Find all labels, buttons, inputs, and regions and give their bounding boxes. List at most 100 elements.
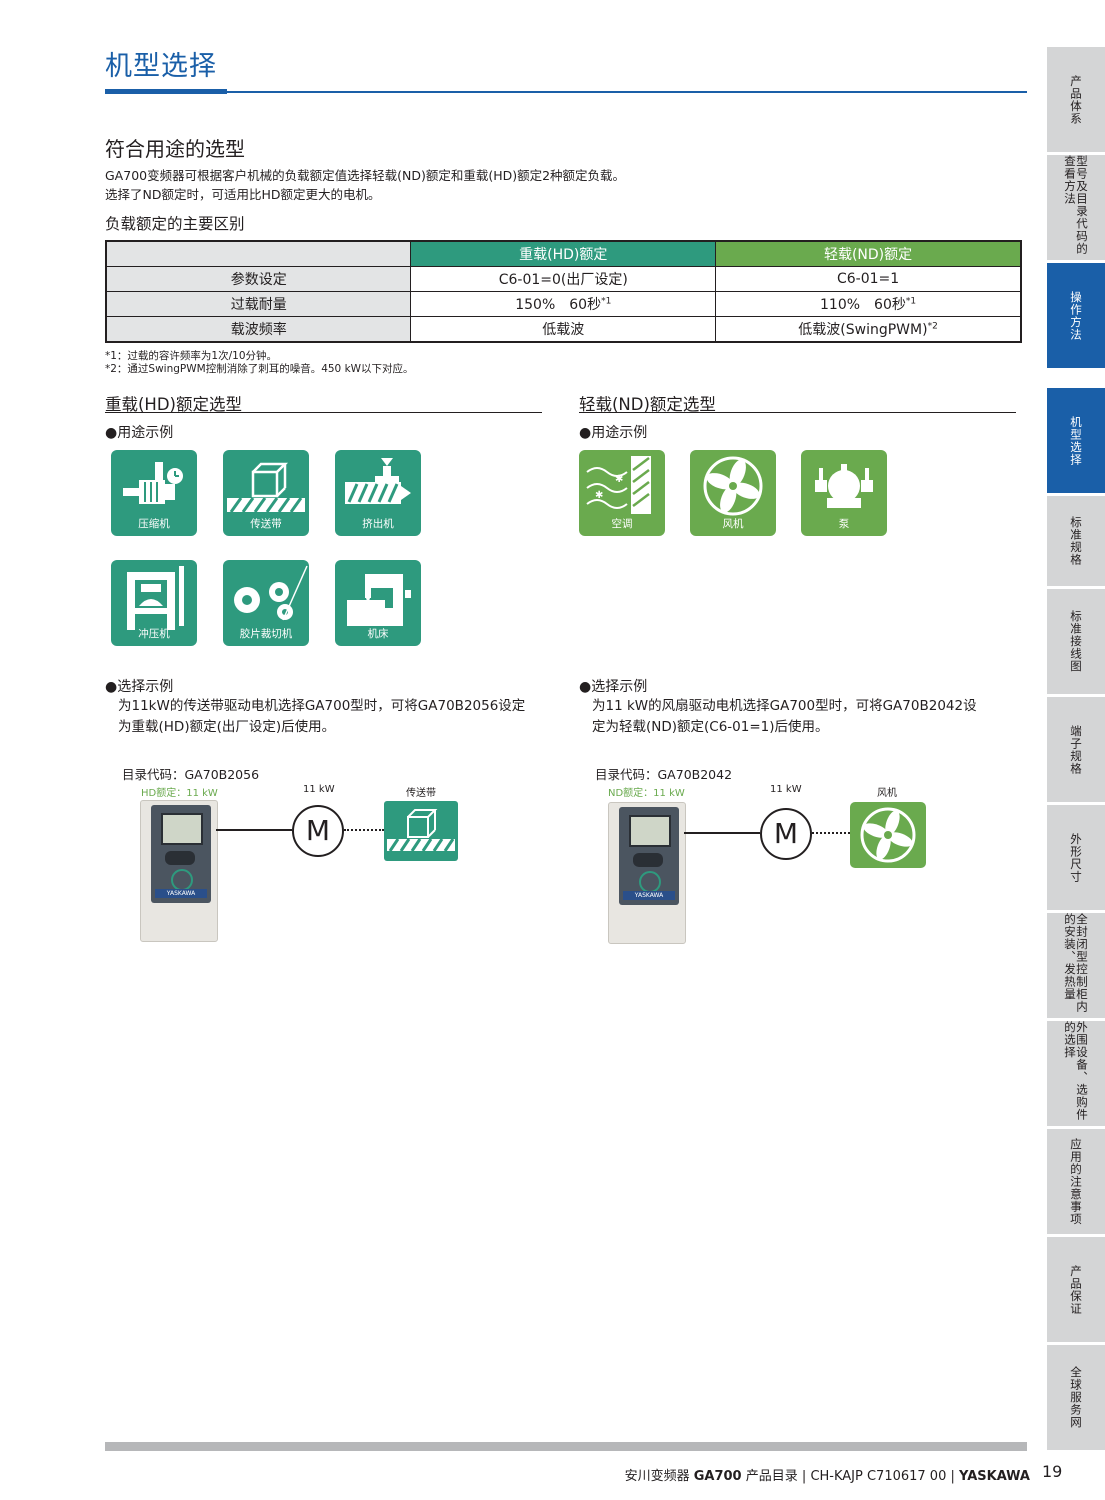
- extruder-icon: 挤出机: [335, 450, 421, 536]
- icon-label: 机床: [367, 628, 389, 640]
- icon-label: 泵: [838, 518, 850, 530]
- icon-label: 压缩机: [138, 518, 170, 530]
- sidebar-tab-peripherals[interactable]: 外围设备、选购件的选择: [1047, 1021, 1105, 1126]
- hd-cell: 低载波: [410, 316, 717, 343]
- nd-usage-label: ●用途示例: [579, 425, 648, 441]
- icon-label: 传送带: [250, 518, 282, 530]
- nd-power-wire: [684, 832, 760, 834]
- sidebar-tab-model-selection[interactable]: 机型选择: [1047, 388, 1105, 493]
- hd-motor-power: 11 kW: [303, 784, 335, 795]
- hd-example-line-1: 为11kW的传送带驱动电机选择GA700型时，可将GA70B2056设定: [118, 698, 526, 714]
- table-row: 载波频率 低载波 低载波(SwingPWM)*2: [105, 316, 1022, 343]
- conveyor-icon: [384, 801, 458, 861]
- compressor-icon: 压缩机: [111, 450, 197, 536]
- drive-face: YASKAWA: [619, 807, 679, 905]
- sidebar-tab-label: 应用的注意事项: [1069, 1137, 1083, 1226]
- intro-text: GA700变频器可根据客户机械的负载额定值选择轻载(ND)额定和重载(HD)额定…: [105, 166, 625, 204]
- drive-unit-hd: YASKAWA: [140, 800, 218, 942]
- sidebar-tab-label: 操作方法: [1069, 290, 1083, 341]
- drive-display: [161, 813, 203, 845]
- hd-value: C6-01=0(出厂设定): [498, 272, 628, 288]
- hd-power-wire: [216, 829, 292, 831]
- nd-example-line-1: 为11 kW的风扇驱动电机选择GA700型时，可将GA70B2042设: [592, 698, 977, 714]
- sidebar-tab-label: 机型选择: [1069, 415, 1083, 466]
- footer-separator: |: [950, 1469, 955, 1484]
- drive-display: [629, 815, 671, 847]
- footer-bar: [105, 1442, 1027, 1451]
- nd-example-text: 为11 kW的风扇驱动电机选择GA700型时，可将GA70B2042设 定为轻载…: [592, 696, 977, 738]
- table-title: 负载额定的主要区别: [105, 215, 245, 233]
- title-rule: [105, 91, 1027, 93]
- icon-label: 风机: [722, 518, 744, 530]
- nd-catalog-code: 目录代码：GA70B2042: [595, 767, 733, 782]
- footer-text: 安川变频器 GA700 产品目录 | CH-KAJP C710617 00 | …: [560, 1465, 1030, 1484]
- machine-tool-icon: 机床: [335, 560, 421, 646]
- table-header-empty: [105, 240, 412, 267]
- press-icon: 冲压机: [111, 560, 197, 646]
- hd-cell: C6-01=0(出厂设定): [410, 266, 717, 292]
- nd-cell: 低载波(SwingPWM)*2: [715, 316, 1022, 343]
- table-header-row: 重载(HD)额定 轻载(ND)额定: [105, 240, 1022, 267]
- hd-load-label: 传送带: [406, 788, 436, 799]
- sidebar-tab-model-code[interactable]: 型号及目录代码的查看方法: [1047, 155, 1105, 260]
- hd-value: 低载波: [542, 322, 585, 338]
- air-conditioner-icon: ✱ ✱ 空调: [579, 450, 665, 536]
- nd-shaft-line: [812, 832, 850, 834]
- sidebar-tab-label: 标准规格: [1069, 516, 1083, 566]
- sidebar-tab-label: 产品体系: [1069, 74, 1083, 125]
- footnotes: *1：过载的容许频率为1次/10分钟。 *2：通过SwingPWM控制消除了刺耳…: [105, 350, 414, 376]
- intro-line-2: 选择了ND额定时，可适用比HD额定更大的电机。: [105, 187, 381, 202]
- drive-dial: [639, 871, 661, 893]
- hd-rating: HD额定：11 kW: [141, 788, 218, 799]
- sidebar-tab-enclosure-install[interactable]: 全封闭型控制柜内的安装、发热量: [1047, 913, 1105, 1018]
- page-number: 19: [1042, 1462, 1063, 1481]
- hd-shaft-line: [344, 829, 384, 831]
- icon-label: 冲压机: [138, 628, 170, 640]
- table-header-hd: 重载(HD)额定: [410, 240, 717, 267]
- sidebar-tab-warranty[interactable]: 产品保证: [1047, 1237, 1105, 1342]
- nd-value: C6-01=1: [836, 271, 900, 287]
- sidebar-tab-operation[interactable]: 操作方法: [1047, 263, 1105, 368]
- footer-brand: YASKAWA: [959, 1469, 1030, 1484]
- rating-table: 重载(HD)额定 轻载(ND)额定 参数设定 C6-01=0(出厂设定) C6-…: [105, 240, 1022, 343]
- sidebar-tab-application-notes[interactable]: 应用的注意事项: [1047, 1129, 1105, 1234]
- hd-example-line-2: 为重载(HD)额定(出厂设定)后使用。: [118, 719, 336, 735]
- footnote-2: *2：通过SwingPWM控制消除了刺耳的噪音。450 kW以下对应。: [105, 363, 414, 375]
- sidebar-tab-label: 全封闭型控制柜内的安装、发热量: [1063, 913, 1089, 1013]
- sidebar-tab-label: 外围设备、选购件的选择: [1063, 1021, 1089, 1121]
- icon-label: 空调: [611, 518, 633, 530]
- drive-face: YASKAWA: [151, 805, 211, 903]
- conveyor-icon: 传送带: [223, 450, 309, 536]
- hd-catalog-code: 目录代码：GA70B2056: [122, 767, 260, 782]
- drive-brand: YASKAWA: [155, 889, 207, 898]
- sidebar-tab-label: 产品保证: [1069, 1264, 1083, 1315]
- sidebar-tab-label: 外形尺寸: [1069, 832, 1083, 883]
- drive-unit-nd: YASKAWA: [608, 802, 686, 944]
- sidebar-tab-standard-spec[interactable]: 标准规格: [1047, 496, 1105, 586]
- icon-label: 胶片裁切机: [239, 628, 293, 640]
- sidebar-tab-label: 型号及目录代码的查看方法: [1063, 155, 1089, 255]
- sidebar-tab-dimensions[interactable]: 外形尺寸: [1047, 805, 1105, 910]
- icon-label: 挤出机: [362, 518, 394, 530]
- table-row: 过载耐量 150% 60秒*1 110% 60秒*1: [105, 291, 1022, 317]
- footnote-mark: *2: [927, 321, 938, 332]
- footnote-mark: *1: [601, 296, 612, 307]
- sidebar-tab-terminal-spec[interactable]: 端子规格: [1047, 697, 1105, 802]
- sidebar-tab-product-system[interactable]: 产品体系: [1047, 47, 1105, 152]
- pump-icon: 泵: [801, 450, 887, 536]
- footer-doc-code: CH-KAJP C710617 00: [810, 1469, 947, 1484]
- nd-value: 110% 60秒: [820, 297, 906, 313]
- hd-example-text: 为11kW的传送带驱动电机选择GA700型时，可将GA70B2056设定 为重载…: [118, 696, 525, 738]
- section-title: 符合用途的选型: [105, 137, 245, 161]
- nd-load-label: 风机: [877, 788, 897, 799]
- sidebar-tab-global-service[interactable]: 全球服务网: [1047, 1345, 1105, 1450]
- nd-value: 低载波(SwingPWM): [798, 322, 928, 338]
- sidebar-tab-label: 标准接线图: [1069, 610, 1083, 673]
- row-label: 参数设定: [105, 266, 412, 292]
- fan-icon: [850, 802, 926, 868]
- footer-separator: |: [801, 1469, 807, 1484]
- nd-example-line-2: 定为轻载(ND)额定(C6-01=1)后使用。: [592, 719, 829, 735]
- nd-cell: C6-01=1: [715, 266, 1022, 292]
- drive-keypad: [633, 853, 663, 867]
- sidebar-tab-wiring-diagram[interactable]: 标准接线图: [1047, 589, 1105, 694]
